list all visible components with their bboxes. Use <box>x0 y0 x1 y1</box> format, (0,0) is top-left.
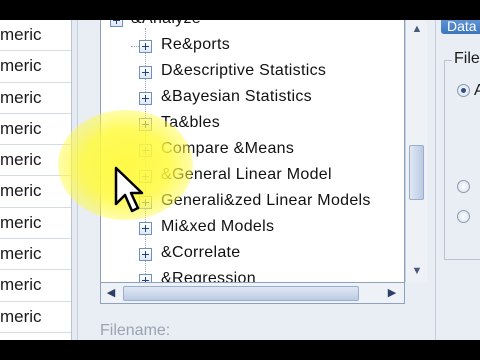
plus-box-icon[interactable] <box>139 66 152 79</box>
scroll-left-arrow-icon[interactable]: ◀ <box>103 285 119 301</box>
radio-label: A <box>474 82 480 99</box>
tree-node-label: &Analyze <box>131 20 201 28</box>
group-title: File <box>452 50 480 68</box>
tree-node-label: &Correlate <box>161 244 241 261</box>
radio-button-selected[interactable] <box>457 84 470 97</box>
radio-button[interactable] <box>457 210 470 223</box>
scrollbar-thumb[interactable] <box>123 286 359 301</box>
scroll-up-arrow-icon[interactable]: ▲ <box>410 22 424 36</box>
tree-node-label: &Bayesian Statistics <box>161 88 312 105</box>
tree-node-label: D&escriptive Statistics <box>161 62 327 79</box>
grid-cell[interactable]: meric <box>0 208 71 240</box>
tree-node-label: Compare &Means <box>161 140 295 157</box>
tree-node-label: Mi&xed Models <box>161 218 275 235</box>
grid-cell[interactable]: meric <box>0 51 71 83</box>
grid-cell[interactable]: meric <box>0 270 71 302</box>
video-letterbox-bottom <box>0 340 480 360</box>
grid-cell[interactable]: meric <box>0 239 71 271</box>
menu-tree-view[interactable]: &Analyze Re&ports D&escriptive Statistic… <box>100 20 405 282</box>
grid-cell[interactable]: meric <box>0 83 71 114</box>
plus-box-icon[interactable] <box>139 274 152 282</box>
data-grid-column: meric meric meric meric meric meric meri… <box>0 20 72 340</box>
grid-cell[interactable]: meric <box>0 302 71 333</box>
minus-box-icon[interactable] <box>110 20 123 27</box>
tree-node-label: Ta&bles <box>161 114 221 131</box>
grid-cell[interactable]: meric <box>0 176 71 208</box>
tree-node-label: Generali&zed Linear Models <box>161 192 371 209</box>
filename-label: Filename: <box>100 322 171 339</box>
grid-cell[interactable]: meric <box>0 145 71 177</box>
scroll-right-arrow-icon[interactable]: ▶ <box>384 285 400 301</box>
plus-box-icon[interactable] <box>139 144 152 157</box>
scroll-down-arrow-icon[interactable]: ▼ <box>410 264 424 278</box>
tree-node-label: &Regression <box>161 270 256 282</box>
grid-cell[interactable]: meric <box>0 114 71 146</box>
plus-box-icon[interactable] <box>139 196 152 209</box>
tree-horizontal-scrollbar[interactable]: ◀ ▶ <box>100 282 405 304</box>
tree-vertical-scrollbar[interactable]: ▲ ▼ <box>405 20 427 282</box>
tab-data[interactable]: Data <box>441 20 480 34</box>
grid-cell[interactable]: meric <box>0 20 71 52</box>
plus-box-icon[interactable] <box>139 222 152 235</box>
plus-box-icon[interactable] <box>139 92 152 105</box>
video-letterbox-top <box>0 0 480 20</box>
plus-box-icon[interactable] <box>139 40 152 53</box>
tree-node-label: &General Linear Model <box>161 166 332 183</box>
plus-box-icon[interactable] <box>139 248 152 261</box>
plus-box-icon[interactable] <box>139 118 152 131</box>
plus-box-icon[interactable] <box>139 170 152 183</box>
tree-node-label: Re&ports <box>161 36 231 53</box>
radio-button[interactable] <box>457 180 470 193</box>
scrollbar-thumb[interactable] <box>409 145 424 200</box>
